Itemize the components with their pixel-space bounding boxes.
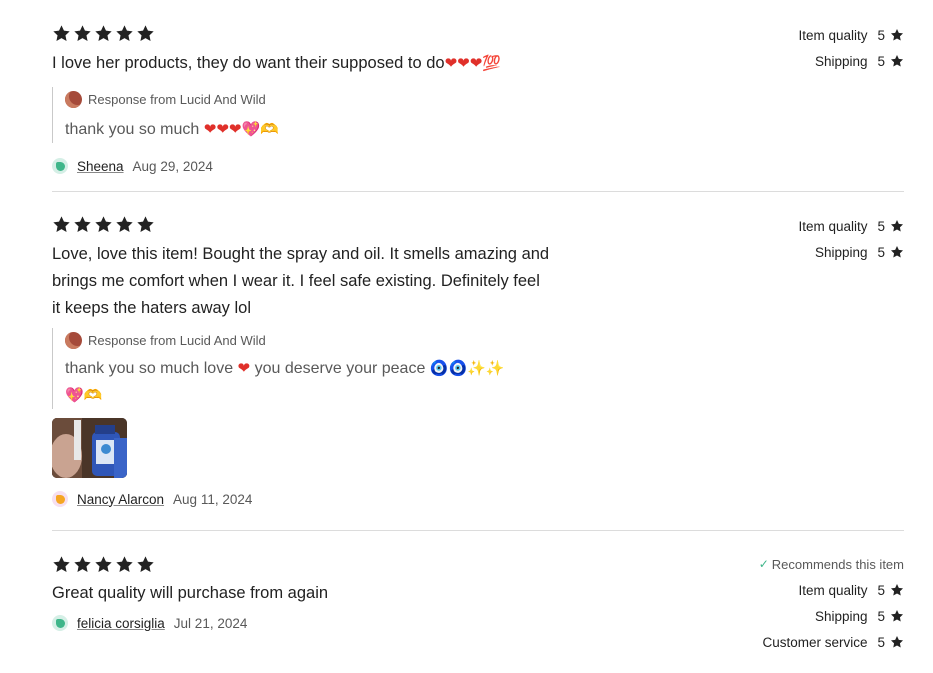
star-icon <box>73 555 92 574</box>
rating-value: 5 <box>877 582 885 598</box>
star-icon <box>73 24 92 43</box>
review-text-body: I love her products, they do want their … <box>52 54 445 72</box>
seller-avatar <box>65 331 82 349</box>
response-text-body: thank you so much <box>65 121 200 138</box>
rating-label: Item quality <box>798 27 868 43</box>
seller-response: Response from Lucid And Wild thank you s… <box>52 87 904 143</box>
rating-value: 5 <box>877 27 885 43</box>
response-emoji: ❤❤❤💖🫶 <box>203 120 279 138</box>
review-text: Love, love this item! Bought the spray a… <box>52 245 550 317</box>
rating-row-shipping: Shipping 5 <box>798 48 904 74</box>
star-icon <box>890 583 904 597</box>
response-text: thank you so much ❤❤❤💖🫶 <box>65 116 904 143</box>
response-text-body-2: you deserve your peace <box>254 360 426 377</box>
star-icon <box>136 24 155 43</box>
review-divider <box>52 191 904 192</box>
star-icon <box>115 555 134 574</box>
star-icon <box>115 215 134 234</box>
review-meta: Nancy Alarcon Aug 11, 2024 <box>52 488 904 510</box>
reviewer-name-link[interactable]: Nancy Alarcon <box>77 492 164 507</box>
heart-emoji: ❤ <box>237 359 251 377</box>
rating-label: Item quality <box>798 218 868 234</box>
rating-label: Customer service <box>762 634 868 650</box>
review-photo-image <box>52 418 127 478</box>
star-icon <box>890 245 904 259</box>
rating-value: 5 <box>877 244 885 260</box>
rating-value: 5 <box>877 634 885 650</box>
rating-row-item-quality: Item quality 5 <box>759 577 904 603</box>
star-icon <box>136 215 155 234</box>
star-icon <box>890 635 904 649</box>
star-icon <box>52 24 71 43</box>
rating-label: Item quality <box>798 582 868 598</box>
review-card: I love her products, they do want their … <box>52 22 904 177</box>
review-text: I love her products, they do want their … <box>52 50 652 77</box>
star-icon <box>890 28 904 42</box>
rating-breakdown: Item quality 5 Shipping 5 <box>798 213 904 265</box>
recommends-badge: ✓ Recommends this item <box>759 551 904 577</box>
review-date: Aug 11, 2024 <box>173 491 253 507</box>
response-header: Response from Lucid And Wild <box>65 87 904 111</box>
rating-value: 5 <box>877 53 885 69</box>
rating-row-shipping: Shipping 5 <box>798 239 904 265</box>
star-icon <box>73 215 92 234</box>
check-icon: ✓ <box>758 557 769 571</box>
review-card: Great quality will purchase from again f… <box>52 553 904 650</box>
reviewer-name-link[interactable]: Sheena <box>77 159 124 174</box>
review-star-rating <box>52 22 904 44</box>
star-icon <box>136 555 155 574</box>
rating-label: Shipping <box>814 244 868 260</box>
sparkling-heart-emoji: 💖🫶 <box>65 386 103 404</box>
review-photo-thumbnail[interactable] <box>52 418 127 478</box>
star-icon <box>94 555 113 574</box>
response-label: Response from Lucid And Wild <box>88 332 266 348</box>
review-text: Great quality will purchase from again <box>52 584 329 602</box>
seller-avatar <box>65 90 82 108</box>
rating-label: Shipping <box>814 608 868 624</box>
review-divider <box>52 530 904 531</box>
star-icon <box>52 215 71 234</box>
star-icon <box>890 54 904 68</box>
rating-row-customer-service: Customer service 5 <box>759 629 904 655</box>
evil-eye-emoji: 🧿🧿✨✨ <box>429 359 505 377</box>
review-text-emoji: ❤❤❤💯 <box>444 54 501 72</box>
response-label: Response from Lucid And Wild <box>88 91 266 107</box>
rating-row-item-quality: Item quality 5 <box>798 213 904 239</box>
rating-label: Shipping <box>814 53 868 69</box>
recommends-label: Recommends this item <box>771 556 904 572</box>
user-avatar[interactable] <box>52 491 68 507</box>
rating-row-item-quality: Item quality 5 <box>798 22 904 48</box>
response-header: Response from Lucid And Wild <box>65 328 904 352</box>
rating-breakdown: ✓ Recommends this item Item quality 5 Sh… <box>759 551 904 655</box>
star-icon <box>115 24 134 43</box>
seller-response: Response from Lucid And Wild thank you s… <box>52 328 904 409</box>
review-date: Aug 29, 2024 <box>132 158 213 174</box>
star-icon <box>94 215 113 234</box>
review-meta: Sheena Aug 29, 2024 <box>52 155 904 177</box>
rating-value: 5 <box>877 218 885 234</box>
rating-value: 5 <box>877 608 885 624</box>
star-icon <box>890 219 904 233</box>
reviewer-name-link[interactable]: felicia corsiglia <box>77 616 165 631</box>
review-card: Love, love this item! Bought the spray a… <box>52 213 904 510</box>
star-icon <box>52 555 71 574</box>
response-text: thank you so much love ❤ you deserve you… <box>65 355 904 409</box>
rating-row-shipping: Shipping 5 <box>759 603 904 629</box>
user-avatar[interactable] <box>52 615 68 631</box>
review-date: Jul 21, 2024 <box>173 615 248 631</box>
review-star-rating <box>52 213 904 235</box>
star-icon <box>94 24 113 43</box>
user-avatar[interactable] <box>52 158 68 174</box>
response-text-body: thank you so much love <box>65 360 234 377</box>
star-icon <box>890 609 904 623</box>
rating-breakdown: Item quality 5 Shipping 5 <box>798 22 904 74</box>
